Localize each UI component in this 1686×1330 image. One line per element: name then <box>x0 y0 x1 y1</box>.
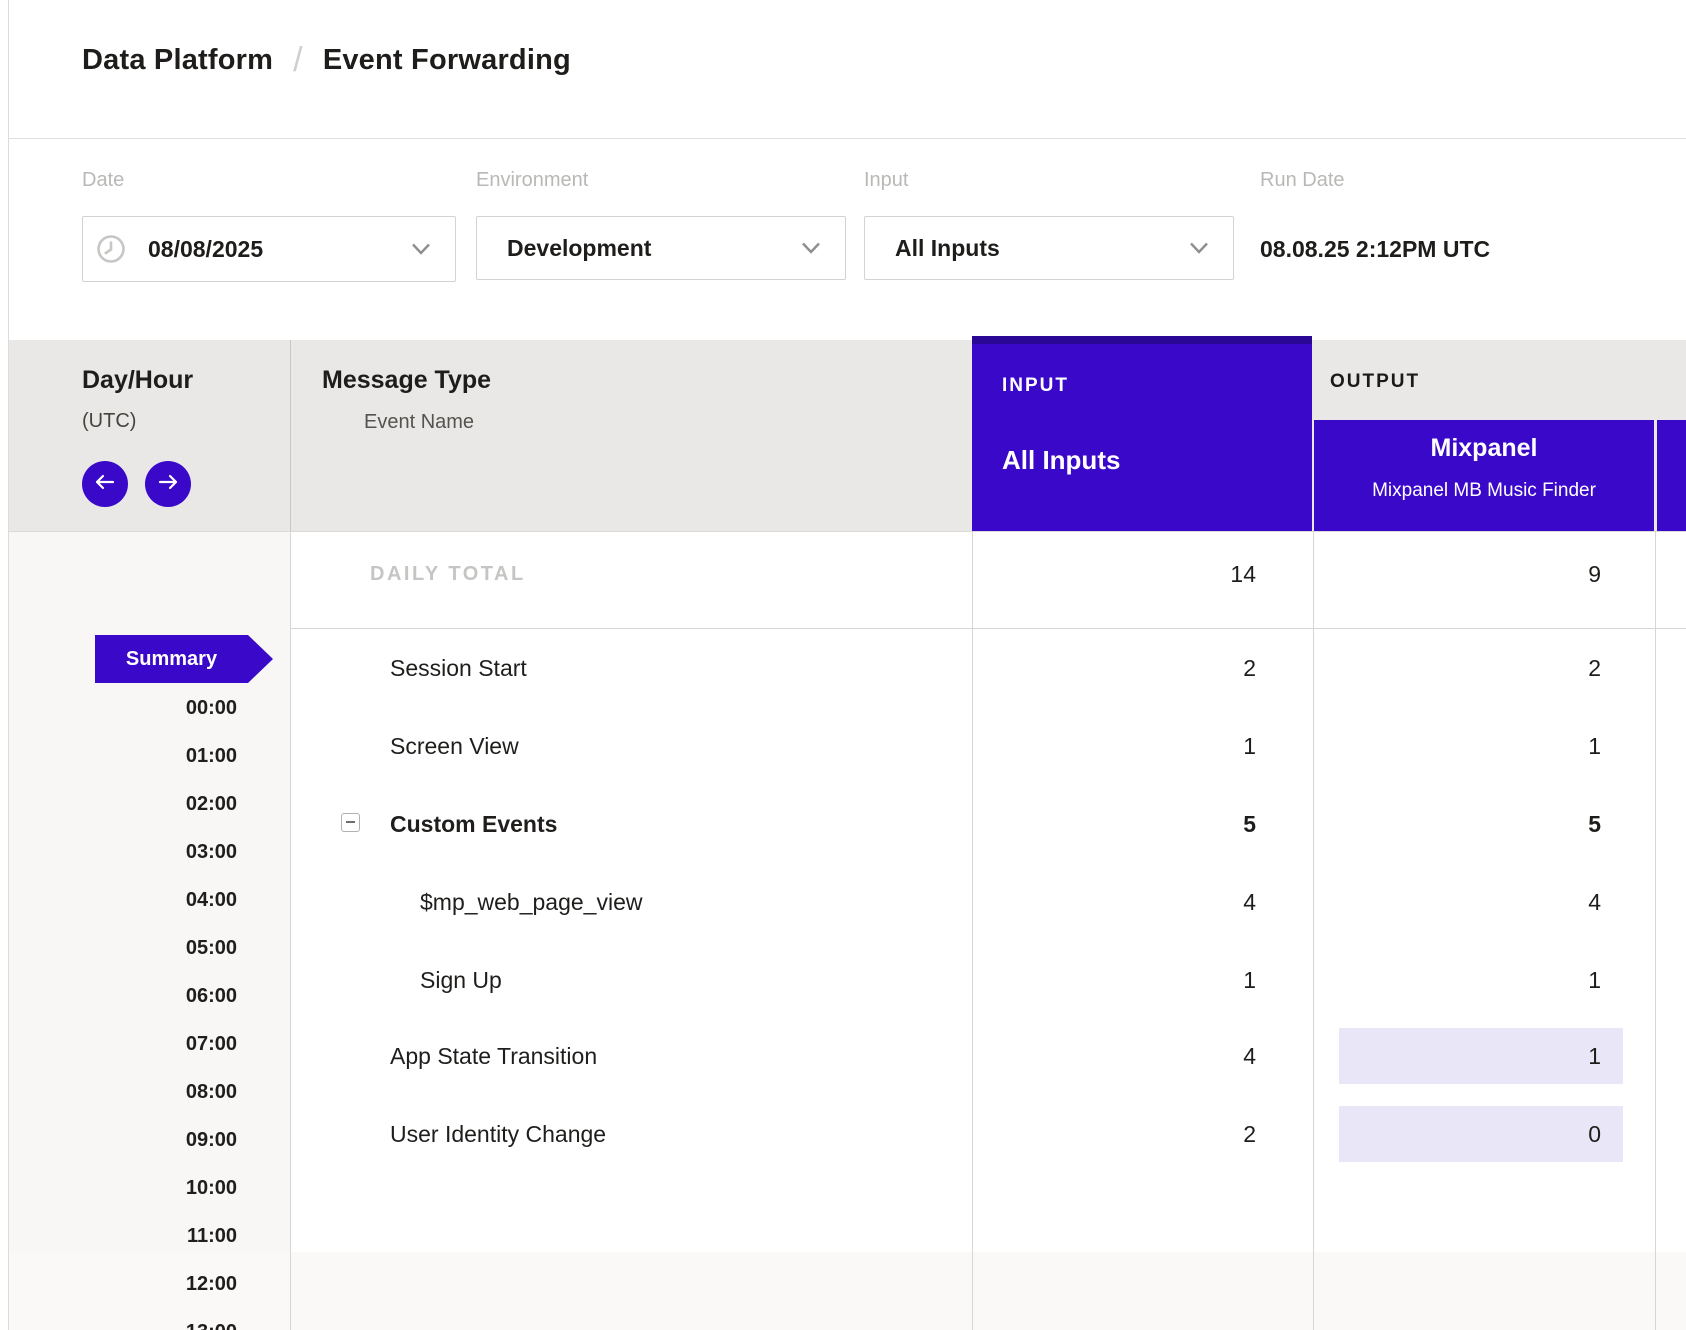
event-label: User Identity Change <box>390 1106 606 1162</box>
message-type-subtitle: Event Name <box>364 411 474 434</box>
chevron-down-icon <box>801 240 821 261</box>
date-select[interactable]: 08/08/2025 <box>82 216 456 282</box>
output-cell-value: 1 <box>1351 718 1601 774</box>
header-divider <box>9 138 1686 139</box>
breadcrumb: Data Platform / Event Forwarding <box>82 38 571 82</box>
event-label: Session Start <box>390 640 527 696</box>
collapse-toggle-icon[interactable] <box>341 813 360 832</box>
hour-row-11[interactable]: 11:00 <box>100 1222 237 1250</box>
input-cell-value: 2 <box>1006 1106 1256 1162</box>
output-cell-value: 1 <box>1351 952 1601 1008</box>
environment-filter-label: Environment <box>476 169 588 193</box>
hour-row-10[interactable]: 10:00 <box>100 1174 237 1202</box>
input-filter-label: Input <box>864 169 908 193</box>
output-cell-value: 5 <box>1351 796 1601 852</box>
previous-day-button[interactable] <box>82 461 128 507</box>
daily-total-output-value: 9 <box>1351 561 1601 588</box>
hour-row-01[interactable]: 01:00 <box>100 742 237 770</box>
input-column-header <box>972 336 1312 531</box>
input-cell-value: 5 <box>1006 796 1256 852</box>
hour-row-00[interactable]: 00:00 <box>100 694 237 722</box>
input-column-title: All Inputs <box>1002 445 1120 476</box>
table-row-mp-web-page-view: $mp_web_page_view 4 4 <box>9 874 1686 930</box>
output-column-title: Mixpanel <box>1314 434 1654 463</box>
output-column-subtitle: Mixpanel MB Music Finder <box>1314 480 1654 502</box>
rail-column-border <box>290 340 291 531</box>
arrow-right-icon <box>157 473 179 496</box>
event-label: $mp_web_page_view <box>420 874 643 930</box>
arrow-left-icon <box>94 473 116 496</box>
input-cell-value: 4 <box>1006 874 1256 930</box>
hour-row-07[interactable]: 07:00 <box>100 1030 237 1058</box>
daily-total-label: DAILY TOTAL <box>370 563 526 586</box>
summary-row-badge[interactable]: Summary <box>95 635 273 683</box>
hour-row-12[interactable]: 12:00 <box>100 1270 237 1298</box>
event-label: Custom Events <box>390 796 557 852</box>
input-section-label: INPUT <box>1002 375 1069 397</box>
input-cell-value: 4 <box>1006 1028 1256 1084</box>
table-row-screen-view: Screen View 1 1 <box>9 718 1686 774</box>
environment-select[interactable]: Development <box>476 216 846 280</box>
breadcrumb-separator: / <box>293 41 303 80</box>
hour-row-09[interactable]: 09:00 <box>100 1126 237 1154</box>
event-forwarding-page: Data Platform / Event Forwarding Date En… <box>0 0 1686 1330</box>
summary-label: Summary <box>95 635 248 683</box>
output-cell-value: 0 <box>1351 1106 1601 1162</box>
input-select[interactable]: All Inputs <box>864 216 1234 280</box>
hour-row-13[interactable]: 13:00 <box>100 1318 237 1330</box>
breadcrumb-data-platform[interactable]: Data Platform <box>82 44 273 77</box>
daily-total-divider <box>290 628 1686 629</box>
environment-select-value: Development <box>507 235 651 262</box>
chevron-down-icon <box>1189 240 1209 261</box>
message-type-title: Message Type <box>322 366 491 395</box>
input-select-value: All Inputs <box>895 235 1000 262</box>
hour-row-06[interactable]: 06:00 <box>100 982 237 1010</box>
output-cell-value: 4 <box>1351 874 1601 930</box>
output-section-label: OUTPUT <box>1330 371 1420 393</box>
event-label: Screen View <box>390 718 519 774</box>
table-row-custom-events: Custom Events 5 5 <box>9 796 1686 852</box>
breadcrumb-event-forwarding: Event Forwarding <box>323 44 571 77</box>
chevron-down-icon <box>411 241 431 262</box>
input-cell-value: 1 <box>1006 718 1256 774</box>
output-cell-value: 2 <box>1351 640 1601 696</box>
event-label: App State Transition <box>390 1028 597 1084</box>
table-row-user-identity-change: User Identity Change 2 0 <box>9 1106 1686 1162</box>
input-cell-value: 1 <box>1006 952 1256 1008</box>
run-date-value: 08.08.25 2:12PM UTC <box>1260 216 1490 282</box>
day-hour-title: Day/Hour <box>82 366 193 395</box>
input-cell-value: 2 <box>1006 640 1256 696</box>
day-hour-subtitle: (UTC) <box>82 410 136 433</box>
output-cell-value: 1 <box>1351 1028 1601 1084</box>
hour-row-02[interactable]: 02:00 <box>100 790 237 818</box>
next-day-button[interactable] <box>145 461 191 507</box>
hour-row-05[interactable]: 05:00 <box>100 934 237 962</box>
event-label: Sign Up <box>420 952 502 1008</box>
daily-total-input-value: 14 <box>1006 561 1256 588</box>
next-output-column-partial <box>1657 420 1686 531</box>
clock-icon <box>96 234 126 264</box>
table-row-app-state-transition: App State Transition 4 1 <box>9 1028 1686 1084</box>
table-footer-area <box>9 1252 1686 1330</box>
hour-row-08[interactable]: 08:00 <box>100 1078 237 1106</box>
date-filter-label: Date <box>82 169 124 193</box>
run-date-label: Run Date <box>1260 169 1345 193</box>
hour-row-04[interactable]: 04:00 <box>100 886 237 914</box>
header-bottom-border <box>9 531 1686 532</box>
hour-row-03[interactable]: 03:00 <box>100 838 237 866</box>
date-select-value: 08/08/2025 <box>148 236 263 263</box>
table-row-sign-up: Sign Up 1 1 <box>9 952 1686 1008</box>
